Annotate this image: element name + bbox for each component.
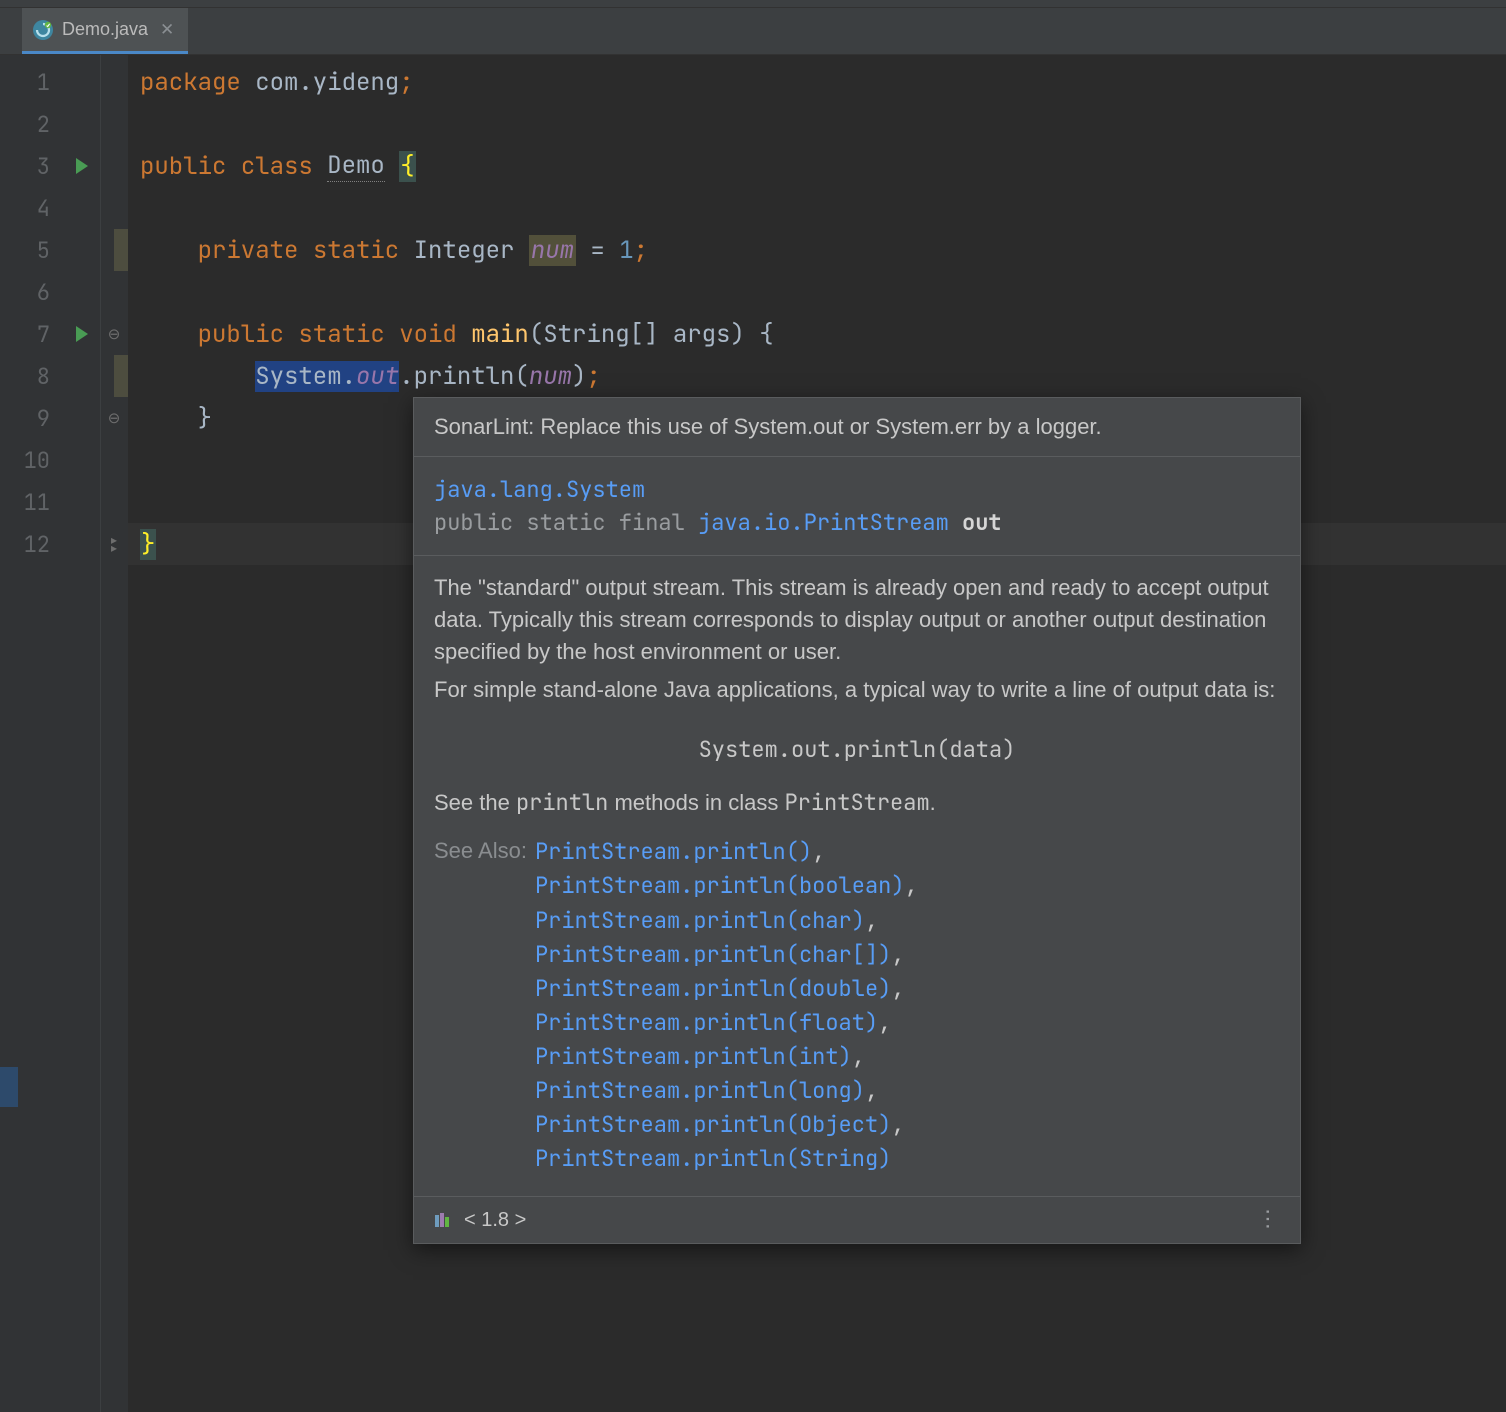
- fold-end-icon[interactable]: ▸▸: [100, 523, 128, 565]
- left-gutter-marker: [0, 1067, 18, 1107]
- code-line[interactable]: public class Demo {: [128, 145, 1506, 187]
- fold-handle[interactable]: ⊖: [100, 397, 128, 439]
- run-icon: [76, 326, 88, 342]
- line-number[interactable]: 12: [0, 523, 64, 565]
- change-marker: [114, 229, 128, 271]
- line-number[interactable]: 1: [0, 61, 64, 103]
- line-number[interactable]: 8: [0, 355, 64, 397]
- run-cell: [64, 229, 100, 271]
- run-gutter: [64, 55, 100, 1412]
- library-icon: [434, 1212, 454, 1228]
- code-line[interactable]: [128, 103, 1506, 145]
- code-line[interactable]: package com.yideng;: [128, 61, 1506, 103]
- java-class-icon: [32, 19, 54, 41]
- line-number[interactable]: 11: [0, 481, 64, 523]
- line-number[interactable]: 2: [0, 103, 64, 145]
- tab-bar: Demo.java ✕: [0, 8, 1506, 55]
- see-also-link[interactable]: PrintStream.println(char[]): [535, 940, 891, 969]
- line-number[interactable]: 9: [0, 397, 64, 439]
- type-link[interactable]: java.io.PrintStream: [698, 508, 949, 537]
- code-line[interactable]: [128, 271, 1506, 313]
- code-line[interactable]: public static void main(String[] args) {: [128, 313, 1506, 355]
- line-number[interactable]: 7: [0, 313, 64, 355]
- more-icon[interactable]: ⋯: [1255, 1208, 1281, 1232]
- line-number[interactable]: 5: [0, 229, 64, 271]
- doc-paragraph: For simple stand-alone Java applications…: [434, 674, 1280, 706]
- popup-footer-left[interactable]: < 1.8 >: [434, 1209, 526, 1232]
- see-also-link[interactable]: PrintStream.println(int): [535, 1042, 852, 1071]
- run-cell: [64, 271, 100, 313]
- see-also-link[interactable]: PrintStream.println(char): [535, 906, 865, 935]
- documentation-popup: SonarLint: Replace this use of System.ou…: [413, 397, 1301, 1244]
- code-line[interactable]: [128, 187, 1506, 229]
- doc-paragraph: The "standard" output stream. This strea…: [434, 572, 1280, 668]
- run-cell[interactable]: [64, 313, 100, 355]
- class-link[interactable]: java.lang.System: [434, 475, 645, 504]
- line-number[interactable]: 6: [0, 271, 64, 313]
- close-icon[interactable]: ✕: [160, 20, 174, 40]
- run-cell: [64, 61, 100, 103]
- see-also-list: PrintStream.println(), PrintStream.print…: [535, 835, 918, 1176]
- doc-code-sample: System.out.println(data): [434, 712, 1280, 788]
- editor-tab[interactable]: Demo.java ✕: [22, 8, 188, 54]
- see-also-link[interactable]: PrintStream.println(double): [535, 974, 891, 1003]
- popup-inspection-header: SonarLint: Replace this use of System.ou…: [414, 398, 1300, 457]
- run-cell: [64, 187, 100, 229]
- see-also-link[interactable]: PrintStream.println(long): [535, 1076, 865, 1105]
- run-cell: [64, 103, 100, 145]
- line-number-gutter: 1 2 3 4 5 6 7 8 9 10 11 12: [0, 55, 64, 1412]
- code-line[interactable]: System.out.println(num);: [128, 355, 1506, 397]
- see-also-link[interactable]: PrintStream.println(): [535, 837, 812, 866]
- see-also-link[interactable]: PrintStream.println(Object): [535, 1110, 891, 1139]
- run-icon: [76, 158, 88, 174]
- see-also-link[interactable]: PrintStream.println(float): [535, 1008, 878, 1037]
- line-number[interactable]: 3: [0, 145, 64, 187]
- change-marker: [114, 355, 128, 397]
- popup-footer: < 1.8 > ⋯: [414, 1196, 1300, 1243]
- see-also-label: See Also:: [434, 835, 527, 1176]
- line-number[interactable]: 10: [0, 439, 64, 481]
- doc-paragraph: See the println methods in class PrintSt…: [434, 787, 1280, 819]
- top-strip: [0, 0, 1506, 8]
- line-number[interactable]: 4: [0, 187, 64, 229]
- see-also-section: See Also: PrintStream.println(), PrintSt…: [434, 835, 1280, 1176]
- popup-signature: java.lang.System public static final jav…: [414, 457, 1300, 556]
- tabbar-spacer: [0, 8, 22, 54]
- jdk-version-label: < 1.8 >: [464, 1209, 526, 1232]
- tab-filename: Demo.java: [62, 19, 148, 40]
- see-also-link[interactable]: PrintStream.println(String): [535, 1144, 891, 1173]
- run-cell[interactable]: [64, 145, 100, 187]
- code-line[interactable]: private static Integer num = 1;: [128, 229, 1506, 271]
- fold-handle[interactable]: ⊖: [100, 313, 128, 355]
- see-also-link[interactable]: PrintStream.println(boolean): [535, 871, 905, 900]
- popup-body: The "standard" output stream. This strea…: [414, 556, 1300, 1196]
